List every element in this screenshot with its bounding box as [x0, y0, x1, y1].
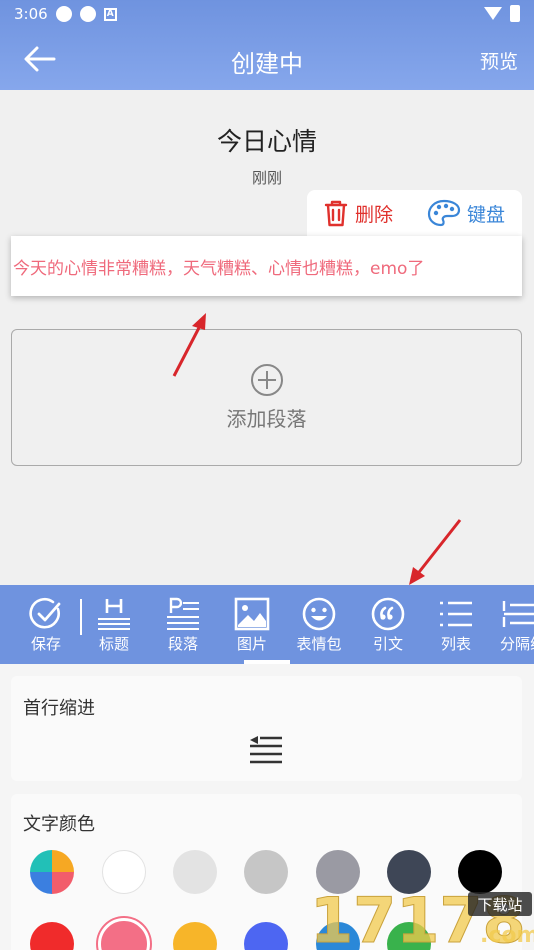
tool-divider[interactable]: 分隔线: [500, 585, 534, 664]
battery-icon: [510, 5, 520, 22]
paragraph-actions: 删除 键盘: [307, 190, 522, 236]
indent-card: 首行缩进: [11, 676, 522, 781]
a-badge-icon: A: [103, 7, 117, 21]
page-title: 创建中: [231, 50, 303, 78]
status-time: 3:06: [14, 5, 48, 23]
color-swatch-white[interactable]: [102, 850, 146, 894]
tool-emoji[interactable]: 表情包: [294, 585, 344, 664]
indent-title: 首行缩进: [23, 698, 95, 719]
palette-icon: [427, 199, 461, 227]
app-header: 3:06 A 创建中 预览: [0, 0, 534, 90]
keyboard-button[interactable]: 键盘: [417, 199, 505, 227]
status-bar-right: [484, 5, 520, 22]
color-swatch-light-gray[interactable]: [173, 850, 217, 894]
notification-icon: [55, 6, 72, 22]
delete-label: 删除: [355, 203, 394, 226]
tool-paragraph[interactable]: 段落: [163, 585, 203, 664]
status-bar-left: 3:06 A: [14, 5, 117, 23]
tool-heading-label: 标题: [98, 635, 129, 653]
tool-heading[interactable]: 标题: [94, 585, 134, 664]
tool-image-label: 图片: [236, 635, 267, 653]
heading-icon: [98, 599, 130, 630]
delete-button[interactable]: 删除: [307, 199, 417, 227]
tool-quote[interactable]: 引文: [368, 585, 408, 664]
annotation-arrow-icon-2: [409, 519, 462, 585]
plus-circle-icon: [250, 364, 283, 396]
color-swatch-dark-slate[interactable]: [387, 850, 431, 894]
color-swatch-gray[interactable]: [244, 850, 288, 894]
tool-quote-label: 引文: [372, 635, 403, 653]
text-color-title: 文字颜色: [23, 814, 95, 835]
tool-list[interactable]: 列表: [436, 585, 476, 664]
paragraph-icon: [167, 597, 199, 630]
toolbar-divider: [80, 599, 82, 635]
divider-icon: [502, 601, 534, 627]
add-paragraph-button[interactable]: 添加段落: [11, 329, 522, 466]
document-title[interactable]: 今日心情: [0, 122, 534, 158]
tool-save-label: 保存: [30, 635, 61, 653]
editor-toolbar: 保存 标题 段落 图片 表情包 引文 列表 分隔: [0, 585, 534, 664]
trash-icon: [324, 200, 348, 227]
keyboard-label: 键盘: [467, 203, 506, 226]
preview-button[interactable]: 预览: [480, 47, 518, 74]
tool-image[interactable]: 图片: [232, 585, 272, 664]
indent-icon[interactable]: [248, 732, 284, 768]
paragraph-block[interactable]: 今天的心情非常糟糕，天气糟糕、心情也糟糕，emo了: [11, 236, 522, 296]
tool-paragraph-label: 段落: [167, 635, 198, 653]
tool-divider-label: 分隔线: [500, 635, 534, 653]
color-swatch-slate[interactable]: [316, 850, 360, 894]
check-circle-icon: [29, 597, 61, 629]
tool-save[interactable]: 保存: [24, 585, 68, 664]
emoji-icon: [302, 597, 336, 631]
color-swatch-black[interactable]: [458, 850, 502, 894]
tool-list-label: 列表: [440, 635, 471, 653]
notification-icon-2: [79, 6, 96, 22]
color-swatch-multicolor[interactable]: [30, 850, 74, 894]
quote-icon: [371, 597, 405, 631]
add-paragraph-label: 添加段落: [226, 407, 307, 431]
tool-emoji-label: 表情包: [296, 635, 342, 653]
list-icon: [440, 601, 472, 627]
wifi-icon: [484, 7, 502, 20]
document-time: 刚刚: [251, 169, 282, 187]
image-icon: [234, 597, 270, 631]
